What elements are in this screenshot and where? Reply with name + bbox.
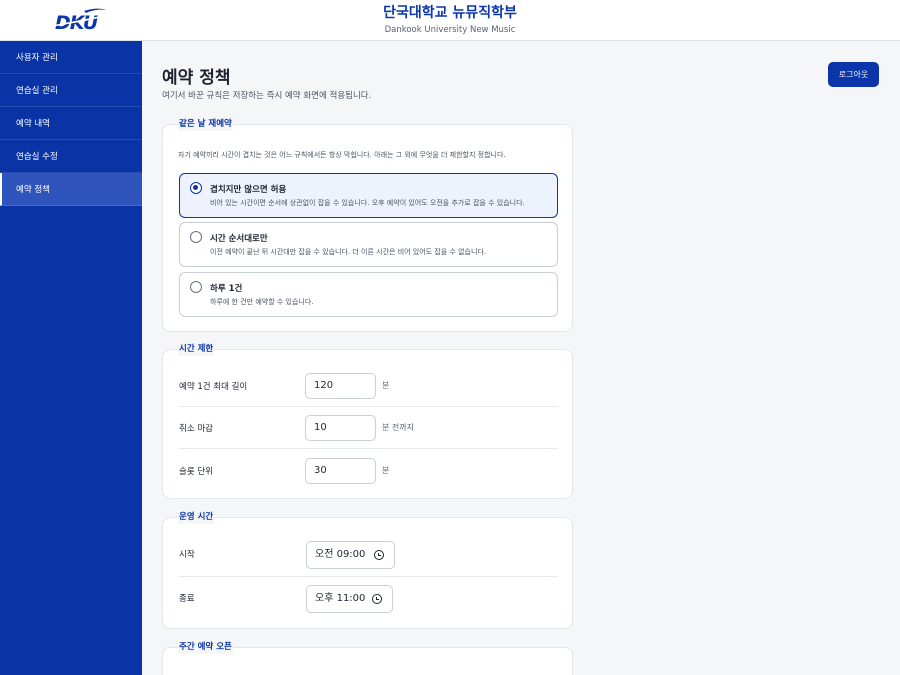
- start-time-row: 시작 오전 09:00: [179, 533, 558, 577]
- sidebar-item-label: 연습실 수정: [16, 152, 58, 162]
- unit-label: 분: [382, 466, 390, 475]
- brand-block: 단국대학교 뉴뮤직학부 Dankook University New Music: [0, 3, 900, 36]
- sidebar: 사용자 관리 연습실 관리 예약 내역 연습실 수정 예약 정책: [0, 41, 142, 675]
- page-description: 여기서 바꾼 규칙은 저장하는 즉시 예약 화면에 적용됩니다.: [162, 91, 372, 101]
- page-title: 예약 정책: [162, 68, 231, 88]
- option-allow-non-overlap[interactable]: 겹치지만 않으면 허용 비어 있는 시간이면 순서에 상관없이 잡을 수 있습니…: [179, 173, 558, 218]
- logout-button[interactable]: 로그아웃: [828, 62, 879, 87]
- card-title: 운영 시간: [178, 511, 215, 524]
- clock-icon[interactable]: [372, 594, 382, 604]
- row-label: 예약 1건 최대 길이: [179, 382, 248, 392]
- sidebar-item-reservations[interactable]: 예약 내역: [0, 107, 142, 140]
- brand-subtitle: Dankook University New Music: [384, 25, 516, 35]
- option-one-per-day[interactable]: 하루 1건 하루에 한 건만 예약할 수 있습니다.: [179, 272, 558, 317]
- clock-icon[interactable]: [374, 550, 384, 560]
- max-length-row: 예약 1건 최대 길이 120 분: [179, 365, 558, 407]
- card-title: 주간 예약 오픈: [178, 641, 233, 654]
- unit-label: 분 전까지: [382, 423, 414, 432]
- end-time-row: 종료 오후 11:00: [179, 577, 558, 621]
- row-label: 취소 마감: [179, 424, 213, 434]
- unit-label: 분: [382, 381, 390, 390]
- sidebar-item-edit-rooms[interactable]: 연습실 수정: [0, 140, 142, 173]
- time-limit-card: 시간 제한 예약 1건 최대 길이 120 분 취소 마감 10 분 전까지 슬…: [162, 343, 573, 499]
- sidebar-item-label: 예약 내역: [16, 119, 50, 129]
- operating-hours-card: 운영 시간 시작 오전 09:00 종료 오후 11:00: [162, 511, 573, 629]
- row-label: 종료: [179, 594, 195, 604]
- radio-unselected[interactable]: [190, 231, 202, 243]
- option-label: 시간 순서대로만: [210, 234, 268, 244]
- main-content: 예약 정책 여기서 바꾼 규칙은 저장하는 즉시 예약 화면에 적용됩니다. 로…: [142, 41, 900, 675]
- slot-unit-input[interactable]: 30: [305, 458, 376, 484]
- same-day-card: 같은 날 재예약 자기 예약끼리 시간이 겹치는 것은 어느 규칙에서든 항상 …: [162, 118, 573, 332]
- end-time-input[interactable]: 오후 11:00: [306, 585, 393, 613]
- time-value: 오후 11:00: [315, 593, 366, 604]
- option-label: 하루 1건: [210, 284, 243, 294]
- sidebar-item-label: 예약 정책: [16, 185, 50, 195]
- option-label: 겹치지만 않으면 허용: [210, 185, 287, 195]
- option-description: 이전 예약이 끝난 뒤 시간대만 잡을 수 있습니다. 더 이른 시간은 비어 …: [210, 248, 487, 256]
- option-description: 비어 있는 시간이면 순서에 상관없이 잡을 수 있습니다. 오후 예약이 있어…: [210, 199, 525, 207]
- cancel-deadline-row: 취소 마감 10 분 전까지: [179, 407, 558, 449]
- option-chronological-only[interactable]: 시간 순서대로만 이전 예약이 끝난 뒤 시간대만 잡을 수 있습니다. 더 이…: [179, 222, 558, 267]
- row-label: 시작: [179, 550, 195, 560]
- slot-unit-row: 슬롯 단위 30 분: [179, 450, 558, 492]
- row-label: 슬롯 단위: [179, 467, 213, 477]
- top-header: DKU 단국대학교 뉴뮤직학부 Dankook University New M…: [0, 0, 900, 41]
- sidebar-item-users[interactable]: 사용자 관리: [0, 41, 142, 74]
- start-time-input[interactable]: 오전 09:00: [306, 541, 395, 569]
- card-title: 시간 제한: [178, 343, 215, 356]
- radio-unselected[interactable]: [190, 281, 202, 293]
- max-length-input[interactable]: 120: [305, 373, 376, 399]
- radio-selected[interactable]: [190, 182, 202, 194]
- card-title: 같은 날 재예약: [178, 118, 233, 131]
- sidebar-item-label: 연습실 관리: [16, 86, 58, 96]
- cancel-deadline-input[interactable]: 10: [305, 415, 376, 441]
- sidebar-item-label: 사용자 관리: [16, 53, 58, 63]
- sidebar-item-practice-rooms[interactable]: 연습실 관리: [0, 74, 142, 107]
- weekly-open-card: 주간 예약 오픈: [162, 641, 573, 675]
- option-description: 하루에 한 건만 예약할 수 있습니다.: [210, 298, 314, 306]
- sidebar-item-reservation-policy[interactable]: 예약 정책: [0, 173, 142, 206]
- card-description: 자기 예약끼리 시간이 겹치는 것은 어느 규칙에서든 항상 막힙니다. 아래는…: [178, 151, 506, 159]
- time-value: 오전 09:00: [315, 549, 366, 560]
- brand-title: 단국대학교 뉴뮤직학부: [383, 5, 517, 21]
